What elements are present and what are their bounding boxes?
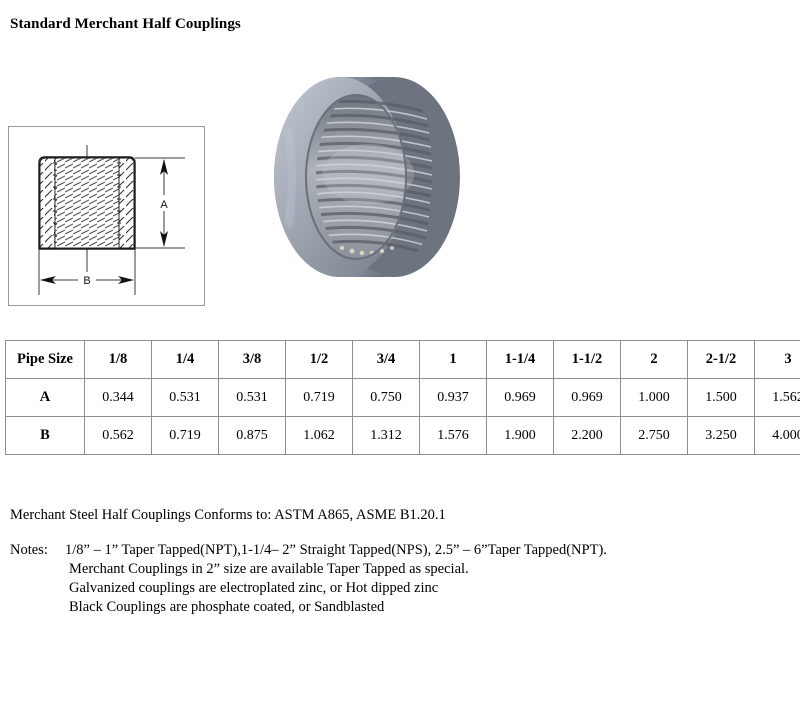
cell-a: 0.969 (553, 378, 621, 417)
cell-b: 2.200 (553, 416, 621, 455)
cell-a: 0.937 (419, 378, 487, 417)
cell-b: 4.000 (754, 416, 800, 455)
row-label-a: A (5, 378, 85, 417)
cell-b: 3.250 (687, 416, 755, 455)
table-header-size: 2-1/2 (687, 340, 755, 379)
coupling-cross-section-drawing: A B (38, 145, 185, 295)
row-label-b: B (5, 416, 85, 455)
cell-b: 0.719 (151, 416, 219, 455)
pipe-dimension-table: Pipe Size 1/8 1/4 3/8 1/2 3/4 1 1-1/4 1-… (5, 340, 800, 455)
internal-thread-field (54, 157, 120, 249)
cell-a: 1.562 (754, 378, 800, 417)
note-line: Black Couplings are phosphate coated, or… (69, 599, 385, 615)
table-header-size: 1/8 (84, 340, 152, 379)
half-coupling-image (274, 77, 460, 277)
cell-a: 1.500 (687, 378, 755, 417)
cell-b: 1.900 (486, 416, 554, 455)
cell-b: 1.576 (419, 416, 487, 455)
cell-b: 0.875 (218, 416, 286, 455)
cell-a: 1.000 (620, 378, 688, 417)
cell-b: 1.312 (352, 416, 420, 455)
table-header-size: 1-1/2 (553, 340, 621, 379)
notes-label: Notes: (10, 542, 48, 558)
cell-a: 0.531 (218, 378, 286, 417)
table-header-pipe-size: Pipe Size (5, 340, 85, 379)
cell-a: 0.344 (84, 378, 152, 417)
dimension-a-label: A (160, 199, 168, 211)
table-header-row: Pipe Size 1/8 1/4 3/8 1/2 3/4 1 1-1/4 1-… (5, 340, 800, 379)
table-header-size: 3/8 (218, 340, 286, 379)
table-header-size: 1 (419, 340, 487, 379)
technical-drawing-panel: A B (8, 126, 205, 306)
table-header-size: 3/4 (352, 340, 420, 379)
note-line: Merchant Couplings in 2” size are availa… (69, 561, 469, 577)
cell-b: 2.750 (620, 416, 688, 455)
table-header-size: 1-1/4 (486, 340, 554, 379)
bore-highlight (322, 144, 414, 204)
notes-lines: 1/8” – 1” Taper Tapped(NPT),1-1/4– 2” St… (65, 541, 607, 617)
spec-table-container: Pipe Size 1/8 1/4 3/8 1/2 3/4 1 1-1/4 1-… (5, 340, 800, 455)
table-header-size: 3 (754, 340, 800, 379)
table-header-size: 2 (620, 340, 688, 379)
cell-b: 0.562 (84, 416, 152, 455)
cell-a: 0.750 (352, 378, 420, 417)
cell-a: 0.531 (151, 378, 219, 417)
right-wall-hatch (118, 157, 135, 249)
page-title: Standard Merchant Half Couplings (10, 16, 241, 32)
note-line: 1/8” – 1” Taper Tapped(NPT),1-1/4– 2” St… (65, 542, 607, 558)
table-row: B 0.562 0.719 0.875 1.062 1.312 1.576 1.… (5, 416, 800, 455)
note-line: Galvanized couplings are electroplated z… (69, 580, 439, 596)
left-wall-hatch (39, 157, 56, 249)
dimension-b-label: B (83, 275, 90, 287)
cell-a: 0.969 (486, 378, 554, 417)
table-header-size: 1/2 (285, 340, 353, 379)
table-header-size: 1/4 (151, 340, 219, 379)
cell-a: 0.719 (285, 378, 353, 417)
cell-b: 1.062 (285, 416, 353, 455)
table-row: A 0.344 0.531 0.531 0.719 0.750 0.937 0.… (5, 378, 800, 417)
notes-block: Notes: 1/8” – 1” Taper Tapped(NPT),1-1/4… (10, 541, 607, 617)
product-photo (218, 52, 468, 302)
conformance-statement: Merchant Steel Half Couplings Conforms t… (10, 507, 446, 523)
